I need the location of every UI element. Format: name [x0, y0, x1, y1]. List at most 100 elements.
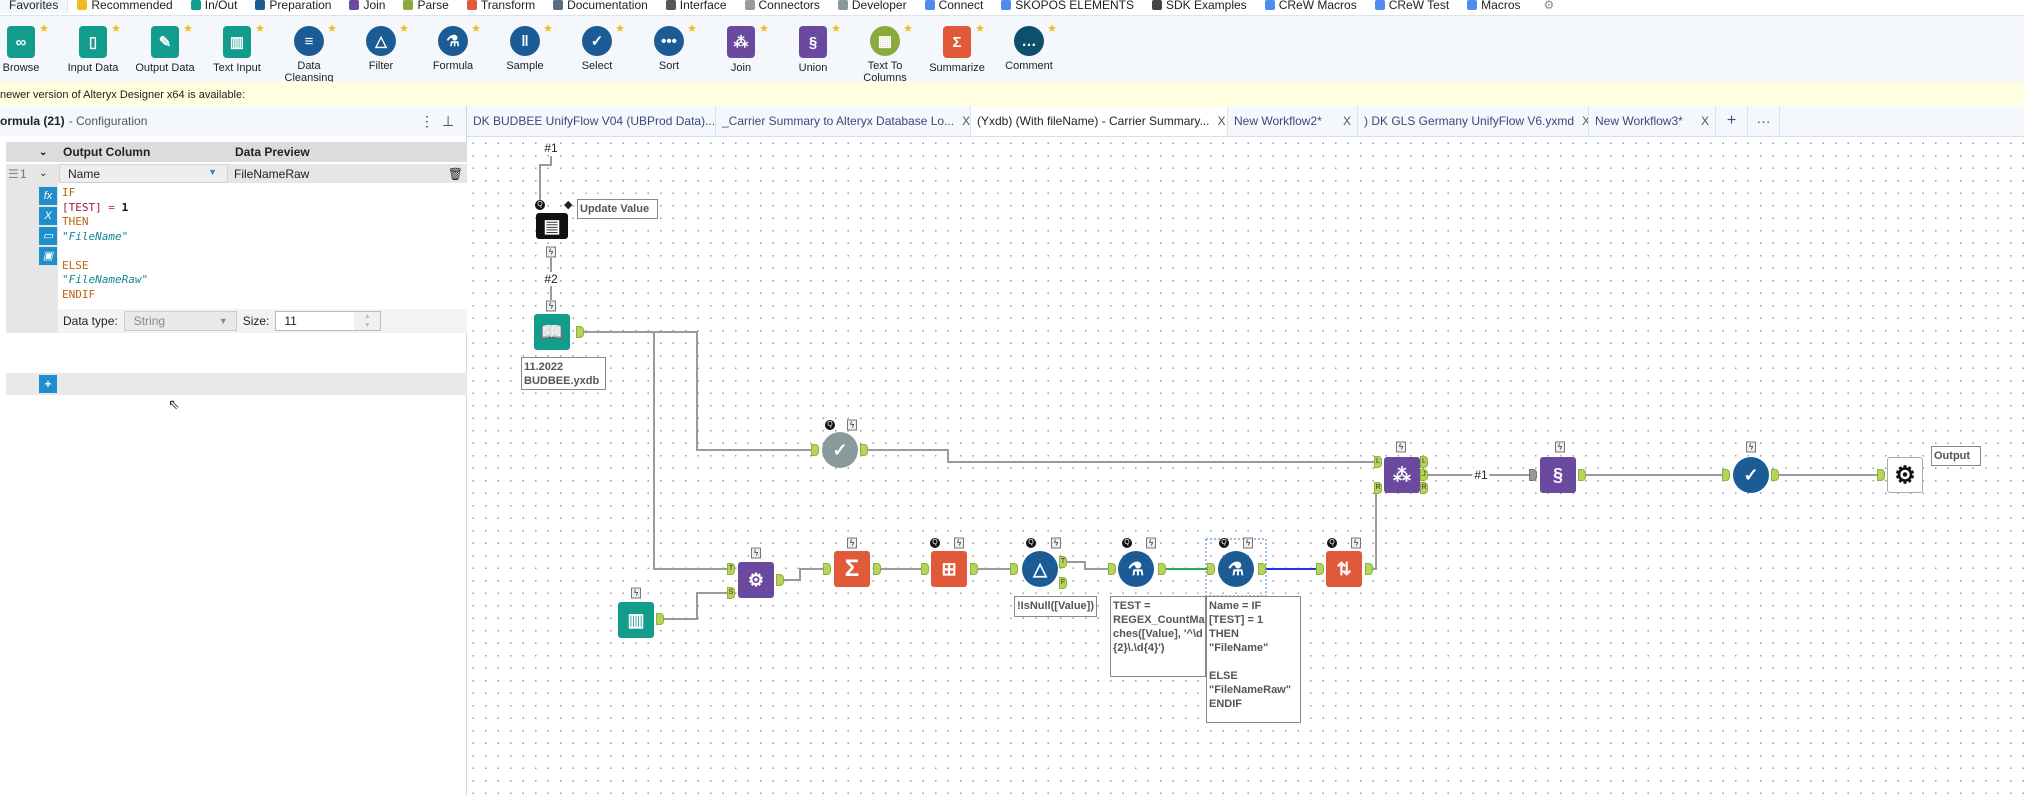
input-anchor[interactable]	[1010, 563, 1018, 575]
input-data-tool-book-icon[interactable]: 📖	[534, 314, 570, 350]
category-tab[interactable]: In/Out	[182, 0, 247, 13]
category-tab[interactable]: Interface	[657, 0, 736, 13]
favorite-star-icon[interactable]: ★	[687, 22, 697, 35]
output-anchor[interactable]	[576, 326, 584, 338]
palette-tool-union[interactable]: ★ § Union	[777, 22, 849, 74]
select-tool-disabled-check-icon[interactable]: ✓	[822, 432, 858, 468]
palette-tool-output-data[interactable]: ★ ✎ Output Data	[129, 22, 201, 74]
join-right-input-anchor[interactable]: R	[1374, 482, 1382, 494]
join-left-input-anchor[interactable]: L	[1374, 456, 1382, 468]
more-options-icon[interactable]: ⋮	[420, 113, 434, 130]
output-anchor[interactable]	[1365, 563, 1373, 575]
false-output-anchor[interactable]: F	[1059, 577, 1067, 589]
target-input-anchor[interactable]: T	[727, 563, 735, 575]
palette-tool-text-input[interactable]: ★ ▥ Text Input	[201, 22, 273, 74]
favorite-star-icon[interactable]: ★	[399, 22, 409, 35]
size-stepper[interactable]: ▲ ▼	[354, 312, 381, 330]
union-tool-dna-icon[interactable]: §	[1540, 457, 1576, 493]
favorite-star-icon[interactable]: ★	[471, 22, 481, 35]
close-tab-icon[interactable]: X	[1701, 114, 1709, 128]
output-anchor[interactable]	[656, 613, 664, 625]
more-tabs-button[interactable]: ···	[1748, 106, 1780, 136]
favorite-star-icon[interactable]: ★	[327, 22, 337, 35]
workflow-tab[interactable]: _Carrier Summary to Alteryx Database Lo.…	[716, 106, 971, 136]
variable-icon[interactable]: X	[39, 207, 57, 225]
palette-tool-sample[interactable]: ★ ‖ Sample	[489, 22, 561, 72]
summarize-tool-sigma-icon[interactable]: Σ	[834, 551, 870, 587]
function-icon[interactable]: fx	[39, 187, 57, 205]
input-anchor[interactable]	[811, 444, 819, 456]
category-tab[interactable]: Macros	[1458, 0, 1529, 13]
category-tab[interactable]: Favorites	[0, 0, 69, 13]
output-anchor[interactable]	[1258, 563, 1266, 575]
source-input-anchor[interactable]: S	[727, 587, 735, 599]
favorite-star-icon[interactable]: ★	[903, 22, 913, 35]
formula-tool-flask-icon[interactable]: ⚗	[1218, 551, 1254, 587]
crosstab-tool-icon[interactable]: ⊞	[931, 551, 967, 587]
category-tab[interactable]: Parse	[394, 0, 457, 13]
output-anchor[interactable]	[873, 563, 881, 575]
close-tab-icon[interactable]: X	[1582, 114, 1588, 128]
formula-tool-flask-icon[interactable]: ⚗	[1118, 551, 1154, 587]
size-input[interactable]: 11 ▲ ▼	[275, 311, 382, 331]
open-folder-icon[interactable]: ▭	[39, 227, 57, 245]
palette-tool-data-cleansing[interactable]: ★ ≡ Data Cleansing	[273, 22, 345, 84]
output-column-select[interactable]: Name ▼	[59, 164, 228, 183]
true-output-anchor[interactable]: T	[1059, 556, 1067, 568]
favorite-star-icon[interactable]: ★	[615, 22, 625, 35]
input-anchor[interactable]	[1108, 563, 1116, 575]
palette-tool-browse[interactable]: ★ ∞ Browse	[0, 22, 57, 74]
transpose-tool-icon[interactable]: ⇅	[1326, 551, 1362, 587]
workflow-tab[interactable]: New Workflow2* X	[1228, 106, 1358, 136]
select-tool-check-icon[interactable]: ✓	[1733, 457, 1769, 493]
output-anchor[interactable]	[1771, 469, 1779, 481]
multi-input-anchor[interactable]	[1529, 469, 1537, 481]
category-tab[interactable]: Connect	[916, 0, 993, 13]
drag-handle-icon[interactable]: ☰	[6, 167, 20, 181]
add-formula-button[interactable]: +	[39, 375, 57, 393]
palette-tool-comment[interactable]: ★… Comment	[993, 22, 1065, 72]
text-input-tool-icon[interactable]: ▥	[618, 602, 654, 638]
favorite-star-icon[interactable]: ★	[183, 22, 193, 35]
palette-tool-input-data[interactable]: ★ ▯ Input Data	[57, 22, 129, 74]
workflow-tab[interactable]: New Workflow3* X	[1589, 106, 1716, 136]
action-tool-clapperboard-icon[interactable]: ▤	[536, 213, 568, 239]
palette-tool-filter[interactable]: ★ △ Filter	[345, 22, 417, 72]
category-tab[interactable]: Transform	[458, 0, 544, 13]
category-tab[interactable]: Connectors	[736, 0, 829, 13]
expression-editor[interactable]: IF [TEST] = 1 THEN "FileName" ELSE "File…	[58, 183, 467, 309]
workflow-tab[interactable]: DK BUDBEE UnifyFlow V04 (UBProd Data)...…	[467, 106, 716, 136]
category-tab[interactable]: SKOPOS ELEMENTS	[992, 0, 1143, 13]
join-left-output-anchor[interactable]: L	[1420, 456, 1428, 468]
category-tab[interactable]: Developer	[829, 0, 916, 13]
category-tab[interactable]: SDK Examples	[1143, 0, 1256, 13]
category-tab[interactable]: Preparation	[246, 0, 340, 13]
input-anchor[interactable]	[921, 563, 929, 575]
favorite-star-icon[interactable]: ★	[111, 22, 121, 35]
input-anchor[interactable]	[823, 563, 831, 575]
palette-tool-select[interactable]: ★ ✓ Select	[561, 22, 633, 72]
join-output-anchor[interactable]: J	[1420, 469, 1428, 481]
update-notice[interactable]: newer version of Alteryx Designer x64 is…	[0, 82, 2024, 106]
save-icon[interactable]: ▣	[39, 247, 57, 265]
favorite-star-icon[interactable]: ★	[831, 22, 841, 35]
workflow-tab[interactable]: (Yxdb) (With fileName) - Carrier Summary…	[971, 106, 1228, 136]
input-anchor[interactable]	[1207, 563, 1215, 575]
palette-tool-sort[interactable]: ★ ••• Sort	[633, 22, 705, 72]
category-tab[interactable]: CReW Test	[1366, 0, 1458, 13]
favorite-star-icon[interactable]: ★	[975, 22, 985, 35]
palette-tool-join[interactable]: ★ ⁂ Join	[705, 22, 777, 74]
category-tab[interactable]: Join	[340, 0, 394, 13]
favorite-star-icon[interactable]: ★	[759, 22, 769, 35]
output-anchor[interactable]	[1158, 563, 1166, 575]
close-tab-icon[interactable]: X	[962, 114, 970, 128]
close-tab-icon[interactable]: X	[1343, 114, 1351, 128]
input-anchor[interactable]	[1877, 469, 1885, 481]
favorite-star-icon[interactable]: ★	[39, 22, 49, 35]
favorite-star-icon[interactable]: ★	[255, 22, 265, 35]
data-type-select[interactable]: String ▼	[123, 311, 237, 331]
join-tool-join-icon[interactable]: ⁂	[1384, 457, 1420, 493]
output-anchor[interactable]	[970, 563, 978, 575]
workflow-tab[interactable]: ) DK GLS Germany UnifyFlow V6.yxmd X	[1358, 106, 1589, 136]
category-tab[interactable]: Recommended	[68, 0, 181, 13]
